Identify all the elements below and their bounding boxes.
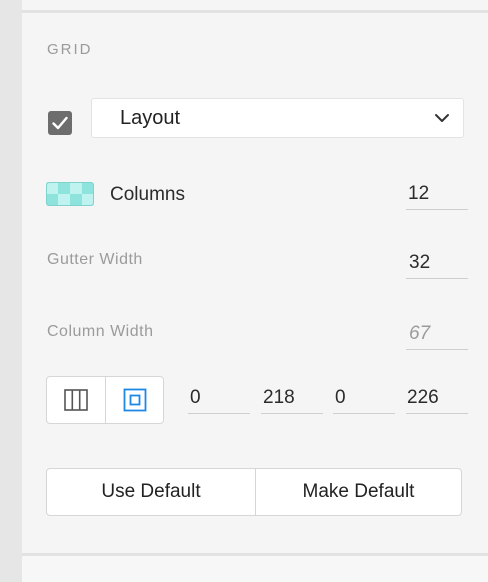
- columns-label: Columns: [110, 184, 185, 205]
- offset-input-3[interactable]: 0: [333, 384, 395, 414]
- offset-input-1[interactable]: 0: [188, 384, 250, 414]
- columns-swatch-icon: [46, 182, 94, 206]
- offset-input-4-value: 226: [407, 387, 439, 408]
- center-box-icon: [123, 388, 147, 412]
- left-gutter: [0, 0, 22, 582]
- use-default-button[interactable]: Use Default: [46, 468, 256, 516]
- offset-input-1-value: 0: [190, 387, 201, 408]
- grid-mode-toggle: [46, 376, 164, 424]
- columns-mode-button[interactable]: [47, 377, 105, 423]
- column-width-input[interactable]: 67: [406, 320, 468, 350]
- offset-input-2[interactable]: 218: [261, 384, 323, 414]
- layout-checkbox[interactable]: [48, 111, 72, 135]
- chevron-down-icon: [435, 114, 449, 122]
- next-section: [22, 556, 488, 582]
- layout-dropdown-value: Layout: [120, 107, 181, 129]
- gutter-width-input[interactable]: 32: [406, 249, 468, 279]
- check-icon: [52, 116, 68, 130]
- columns-input-value: 12: [408, 183, 430, 204]
- offset-input-2-value: 218: [263, 387, 295, 408]
- make-default-button[interactable]: Make Default: [255, 468, 462, 516]
- column-width-label: Column Width: [47, 323, 154, 340]
- center-mode-button[interactable]: [106, 377, 163, 423]
- gutter-width-label: Gutter Width: [47, 251, 143, 268]
- columns-input[interactable]: 12: [406, 180, 468, 210]
- top-divider: [22, 10, 488, 13]
- offset-input-4[interactable]: 226: [406, 384, 468, 414]
- section-title: GRID: [47, 41, 93, 58]
- gutter-width-input-value: 32: [409, 252, 431, 273]
- column-width-input-value: 67: [409, 323, 431, 344]
- layout-dropdown[interactable]: Layout: [91, 98, 464, 138]
- columns-icon: [64, 389, 88, 411]
- offset-input-3-value: 0: [335, 387, 346, 408]
